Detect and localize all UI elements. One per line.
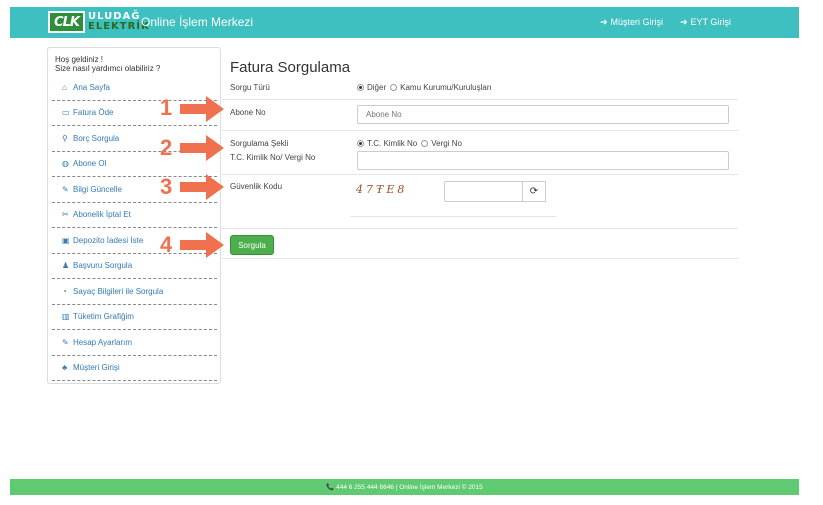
scissors-icon: ✂ [62,210,69,220]
sidebar-item-abonelik-iptal[interactable]: ✂ Abonelik İptal Et [52,203,217,228]
app-title[interactable]: Online İşlem Merkezi [141,15,253,29]
captcha-divider [350,216,556,217]
sidebar-item-sayac-bilgileri[interactable]: ◔ Sayaç Bilgileri ile Sorgula [52,279,217,305]
welcome-line1: Hoş geldiniz ! [55,55,104,64]
method-tax-radio[interactable] [421,140,429,147]
clk-logo-mark: CLK [48,11,85,33]
query-type-label: Sorgu Türü [230,83,270,92]
row-divider [222,174,738,175]
sign-in-icon: ➜ [680,17,688,27]
step-number-4: 4 [160,232,173,257]
user-plus-icon: ♟ [62,261,70,271]
method-tax-label[interactable]: Vergi No [431,139,462,148]
sidebar-item-label: Hesap Ayarlarım [73,337,132,347]
sign-in-icon: ➜ [600,17,608,27]
search-icon: ⚲ [62,133,68,143]
subscriber-no-label: Abone No [230,108,266,117]
submit-query-button[interactable]: Sorgula [230,235,274,255]
sidebar-item-label: Borç Sorgula [73,133,120,143]
credit-card-icon: ▭ [62,108,70,118]
sidebar-item-label: Müşteri Girişi [73,363,120,373]
money-icon: ▣ [62,235,70,245]
welcome-line2: Size nasıl yardımcı olabiliriz ? [55,64,161,73]
nav-eyt-login[interactable]: ➜ EYT Girişi [680,17,731,28]
row-divider [222,130,738,131]
subscriber-no-input[interactable] [357,105,729,124]
row-divider [222,228,738,229]
bar-chart-icon: ▥ [62,312,70,322]
arrow-right-icon [180,96,224,122]
query-type-other-label[interactable]: Diğer [367,83,386,92]
query-type-public-radio[interactable] [390,84,398,91]
row-divider [222,99,738,100]
globe-icon: ◍ [62,159,69,169]
footer: 📞 444 6 255 444 6646 | Online İşlem Merk… [10,479,799,495]
captcha-refresh-button[interactable]: ⟳ [522,181,546,202]
query-method-label: Sorgulama Şekli [230,139,289,148]
sidebar-item-tuketim-grafigim[interactable]: ▥ Tüketim Grafiğim [52,305,217,330]
sidebar-item-label: Depozito İadesi İste [73,235,144,245]
query-method-radio-group: T.C. Kimlik No Vergi No [357,139,466,148]
nav-customer-login-label: Müşteri Girişi [610,17,664,27]
nav-eyt-login-label: EYT Girişi [690,17,731,27]
arrow-right-icon [180,232,224,258]
sidebar-item-label: Abone Ol [73,159,107,169]
step-number-3: 3 [160,174,173,199]
method-tc-label[interactable]: T.C. Kimlik No [367,139,417,148]
users-icon: ♣ [62,363,68,373]
method-tc-radio[interactable] [357,140,364,147]
security-code-input[interactable] [444,181,523,202]
home-icon: ⌂ [62,82,67,92]
sidebar-item-label: Ana Sayfa [73,82,110,92]
refresh-icon: ⟳ [529,186,539,197]
arrow-right-icon [180,135,224,161]
sidebar-item-musteri-girisi[interactable]: ♣ Müşteri Girişi [52,356,217,381]
top-navbar: CLK ULUDAĞ ELEKTRİK Online İşlem Merkezi… [10,7,799,38]
step-number-2: 2 [160,135,173,160]
edit-icon: ✎ [62,184,69,194]
query-type-other-radio[interactable] [357,84,364,91]
query-type-public-label[interactable]: Kamu Kurumu/Kuruluşları [400,83,492,92]
uludag-elektrik-logo[interactable]: CLK ULUDAĞ ELEKTRİK [48,10,150,34]
sidebar-item-label: Bilgi Güncelle [73,184,122,194]
sidebar-item-hesap-ayarlarim[interactable]: ✎ Hesap Ayarlarım [52,330,217,356]
security-code-label: Güvenlik Kodu [230,182,283,191]
page-title: Fatura Sorgulama [230,59,351,76]
footer-text: 📞 444 6 255 444 6646 | Online İşlem Merk… [326,484,483,491]
arrow-right-icon [180,174,224,200]
nav-customer-login[interactable]: ➜ Müşteri Girişi [600,17,663,28]
step-number-1: 1 [160,95,173,120]
query-type-radio-group: Diğer Kamu Kurumu/Kuruluşları [357,83,496,92]
id-number-label: T.C. Kimlik No/ Vergi No [230,153,316,162]
sidebar-item-label: Abonelik İptal Et [73,210,131,220]
sidebar-item-label: Fatura Öde [73,108,114,118]
sidebar-item-label: Sayaç Bilgileri ile Sorgula [73,286,164,296]
captcha-image: 47ŦE8 [356,183,408,196]
welcome-message: Hoş geldiniz ! Size nasıl yardımcı olabi… [55,55,160,73]
sidebar-item-label: Tüketim Grafiğim [73,312,134,322]
id-number-input[interactable] [357,151,729,170]
clock-icon: ◔ [62,286,67,296]
row-divider [222,258,738,259]
sidebar-item-label: Başvuru Sorgula [73,261,133,271]
edit-icon: ✎ [62,337,69,347]
